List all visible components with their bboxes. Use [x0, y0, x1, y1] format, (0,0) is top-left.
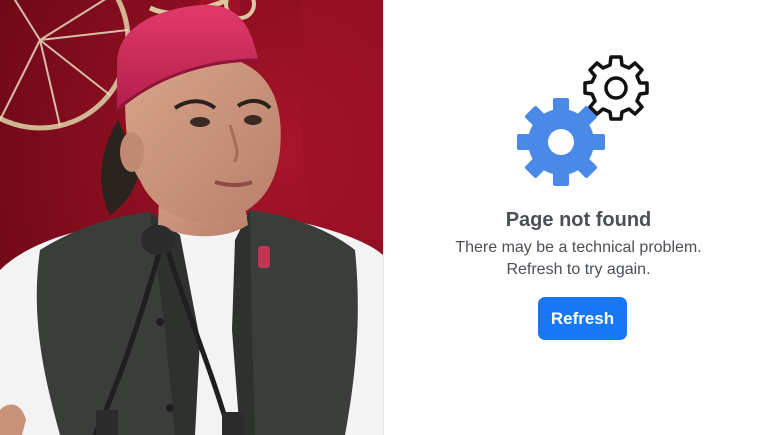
press-photo	[0, 0, 383, 435]
refresh-button[interactable]: Refresh	[538, 297, 627, 340]
error-panel: Page not found There may be a technical …	[384, 0, 773, 435]
error-message-line-2: Refresh to try again.	[506, 261, 651, 278]
gear-outline-icon	[583, 55, 649, 121]
error-title: Page not found	[505, 209, 652, 231]
screenshot-root: Page not found There may be a technical …	[0, 0, 773, 435]
error-message-line-1: There may be a technical problem.	[455, 239, 702, 256]
